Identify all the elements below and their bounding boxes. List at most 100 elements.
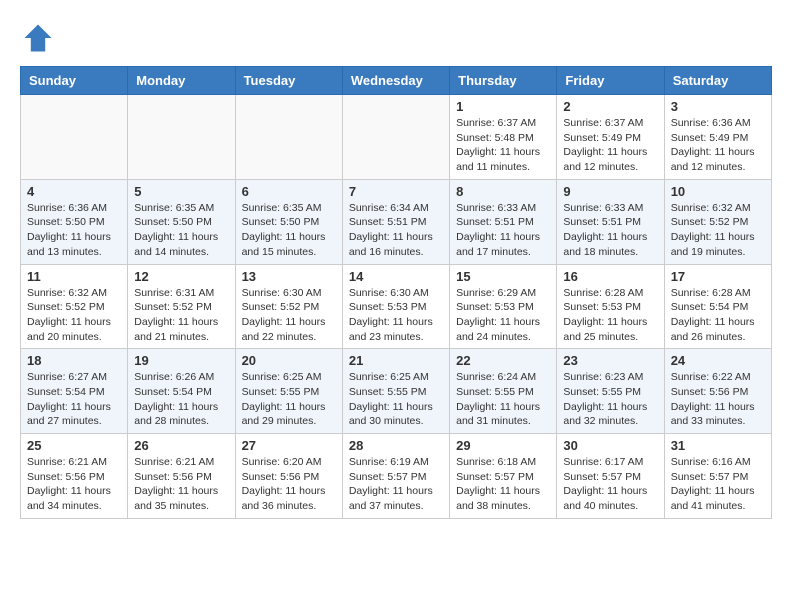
day-info: Sunrise: 6:22 AM Sunset: 5:56 PM Dayligh…	[671, 370, 765, 429]
day-number: 30	[563, 438, 657, 453]
day-info: Sunrise: 6:21 AM Sunset: 5:56 PM Dayligh…	[134, 455, 228, 514]
logo-icon	[20, 20, 56, 56]
calendar-cell: 9 Sunrise: 6:33 AM Sunset: 5:51 PM Daylig…	[557, 179, 664, 264]
calendar-cell: 25 Sunrise: 6:21 AM Sunset: 5:56 PM Dayli…	[21, 434, 128, 519]
day-info: Sunrise: 6:33 AM Sunset: 5:51 PM Dayligh…	[456, 201, 550, 260]
calendar-cell: 8 Sunrise: 6:33 AM Sunset: 5:51 PM Daylig…	[450, 179, 557, 264]
day-number: 31	[671, 438, 765, 453]
calendar-cell: 15 Sunrise: 6:29 AM Sunset: 5:53 PM Dayli…	[450, 264, 557, 349]
day-number: 20	[242, 353, 336, 368]
day-info: Sunrise: 6:19 AM Sunset: 5:57 PM Dayligh…	[349, 455, 443, 514]
day-info: Sunrise: 6:32 AM Sunset: 5:52 PM Dayligh…	[27, 286, 121, 345]
weekday-header-saturday: Saturday	[664, 67, 771, 95]
day-info: Sunrise: 6:25 AM Sunset: 5:55 PM Dayligh…	[349, 370, 443, 429]
calendar-cell: 7 Sunrise: 6:34 AM Sunset: 5:51 PM Daylig…	[342, 179, 449, 264]
calendar-table: SundayMondayTuesdayWednesdayThursdayFrid…	[20, 66, 772, 519]
calendar-cell: 13 Sunrise: 6:30 AM Sunset: 5:52 PM Dayli…	[235, 264, 342, 349]
day-number: 17	[671, 269, 765, 284]
day-number: 4	[27, 184, 121, 199]
day-info: Sunrise: 6:20 AM Sunset: 5:56 PM Dayligh…	[242, 455, 336, 514]
calendar-cell	[235, 95, 342, 180]
day-number: 13	[242, 269, 336, 284]
day-info: Sunrise: 6:34 AM Sunset: 5:51 PM Dayligh…	[349, 201, 443, 260]
day-info: Sunrise: 6:23 AM Sunset: 5:55 PM Dayligh…	[563, 370, 657, 429]
day-info: Sunrise: 6:27 AM Sunset: 5:54 PM Dayligh…	[27, 370, 121, 429]
day-number: 6	[242, 184, 336, 199]
day-number: 27	[242, 438, 336, 453]
day-info: Sunrise: 6:28 AM Sunset: 5:53 PM Dayligh…	[563, 286, 657, 345]
day-number: 7	[349, 184, 443, 199]
day-info: Sunrise: 6:30 AM Sunset: 5:52 PM Dayligh…	[242, 286, 336, 345]
day-number: 18	[27, 353, 121, 368]
day-info: Sunrise: 6:29 AM Sunset: 5:53 PM Dayligh…	[456, 286, 550, 345]
day-number: 8	[456, 184, 550, 199]
calendar-cell: 19Sunrise: 6:26 AM Sunset: 5:54 PM Dayli…	[128, 349, 235, 434]
calendar-week-4: 18 Sunrise: 6:27 AM Sunset: 5:54 PM Dayli…	[21, 349, 772, 434]
calendar-cell: 21 Sunrise: 6:25 AM Sunset: 5:55 PM Dayli…	[342, 349, 449, 434]
calendar-cell	[21, 95, 128, 180]
day-number: 25	[27, 438, 121, 453]
day-number: 28	[349, 438, 443, 453]
calendar-cell: 29 Sunrise: 6:18 AM Sunset: 5:57 PM Dayli…	[450, 434, 557, 519]
calendar-cell: 5 Sunrise: 6:35 AM Sunset: 5:50 PM Daylig…	[128, 179, 235, 264]
day-info: Sunrise: 6:36 AM Sunset: 5:49 PM Dayligh…	[671, 116, 765, 175]
day-info: Sunrise: 6:24 AM Sunset: 5:55 PM Dayligh…	[456, 370, 550, 429]
day-info: Sunrise: 6:33 AM Sunset: 5:51 PM Dayligh…	[563, 201, 657, 260]
calendar-cell: 4 Sunrise: 6:36 AM Sunset: 5:50 PM Daylig…	[21, 179, 128, 264]
day-number: 15	[456, 269, 550, 284]
calendar-cell: 16 Sunrise: 6:28 AM Sunset: 5:53 PM Dayli…	[557, 264, 664, 349]
day-number: 16	[563, 269, 657, 284]
day-info: Sunrise: 6:16 AM Sunset: 5:57 PM Dayligh…	[671, 455, 765, 514]
logo	[20, 20, 60, 56]
day-info: Sunrise: 6:21 AM Sunset: 5:56 PM Dayligh…	[27, 455, 121, 514]
calendar-cell	[128, 95, 235, 180]
calendar-cell: 1Sunrise: 6:37 AM Sunset: 5:48 PM Daylig…	[450, 95, 557, 180]
calendar-cell: 11 Sunrise: 6:32 AM Sunset: 5:52 PM Dayli…	[21, 264, 128, 349]
calendar-cell: 26 Sunrise: 6:21 AM Sunset: 5:56 PM Dayli…	[128, 434, 235, 519]
day-number: 5	[134, 184, 228, 199]
calendar-cell: 22 Sunrise: 6:24 AM Sunset: 5:55 PM Dayli…	[450, 349, 557, 434]
calendar-week-3: 11 Sunrise: 6:32 AM Sunset: 5:52 PM Dayli…	[21, 264, 772, 349]
day-info: Sunrise: 6:18 AM Sunset: 5:57 PM Dayligh…	[456, 455, 550, 514]
day-number: 10	[671, 184, 765, 199]
day-info: Sunrise: 6:25 AM Sunset: 5:55 PM Dayligh…	[242, 370, 336, 429]
day-info: Sunrise: 6:37 AM Sunset: 5:49 PM Dayligh…	[563, 116, 657, 175]
calendar-cell: 27 Sunrise: 6:20 AM Sunset: 5:56 PM Dayli…	[235, 434, 342, 519]
calendar-week-5: 25 Sunrise: 6:21 AM Sunset: 5:56 PM Dayli…	[21, 434, 772, 519]
calendar-cell: 30 Sunrise: 6:17 AM Sunset: 5:57 PM Dayli…	[557, 434, 664, 519]
weekday-header-friday: Friday	[557, 67, 664, 95]
weekday-header-row: SundayMondayTuesdayWednesdayThursdayFrid…	[21, 67, 772, 95]
calendar-cell: 23 Sunrise: 6:23 AM Sunset: 5:55 PM Dayli…	[557, 349, 664, 434]
day-number: 21	[349, 353, 443, 368]
weekday-header-thursday: Thursday	[450, 67, 557, 95]
calendar-header: SundayMondayTuesdayWednesdayThursdayFrid…	[21, 67, 772, 95]
calendar-week-2: 4 Sunrise: 6:36 AM Sunset: 5:50 PM Daylig…	[21, 179, 772, 264]
day-number: 3	[671, 99, 765, 114]
day-number: 22	[456, 353, 550, 368]
calendar-cell: 17Sunrise: 6:28 AM Sunset: 5:54 PM Dayli…	[664, 264, 771, 349]
day-number: 11	[27, 269, 121, 284]
day-number: 26	[134, 438, 228, 453]
day-info: Sunrise: 6:36 AM Sunset: 5:50 PM Dayligh…	[27, 201, 121, 260]
day-info: Sunrise: 6:35 AM Sunset: 5:50 PM Dayligh…	[134, 201, 228, 260]
day-info: Sunrise: 6:37 AM Sunset: 5:48 PM Dayligh…	[456, 116, 550, 175]
day-number: 29	[456, 438, 550, 453]
calendar-cell: 12Sunrise: 6:31 AM Sunset: 5:52 PM Dayli…	[128, 264, 235, 349]
calendar-cell: 14Sunrise: 6:30 AM Sunset: 5:53 PM Dayli…	[342, 264, 449, 349]
calendar-cell: 2Sunrise: 6:37 AM Sunset: 5:49 PM Daylig…	[557, 95, 664, 180]
weekday-header-sunday: Sunday	[21, 67, 128, 95]
calendar-cell: 18 Sunrise: 6:27 AM Sunset: 5:54 PM Dayli…	[21, 349, 128, 434]
calendar-cell: 31 Sunrise: 6:16 AM Sunset: 5:57 PM Dayli…	[664, 434, 771, 519]
day-info: Sunrise: 6:32 AM Sunset: 5:52 PM Dayligh…	[671, 201, 765, 260]
calendar-cell: 10 Sunrise: 6:32 AM Sunset: 5:52 PM Dayli…	[664, 179, 771, 264]
weekday-header-monday: Monday	[128, 67, 235, 95]
weekday-header-tuesday: Tuesday	[235, 67, 342, 95]
calendar-cell: 6Sunrise: 6:35 AM Sunset: 5:50 PM Daylig…	[235, 179, 342, 264]
page-header	[20, 20, 772, 56]
calendar-body: 1Sunrise: 6:37 AM Sunset: 5:48 PM Daylig…	[21, 95, 772, 519]
day-number: 23	[563, 353, 657, 368]
calendar-week-1: 1Sunrise: 6:37 AM Sunset: 5:48 PM Daylig…	[21, 95, 772, 180]
day-info: Sunrise: 6:17 AM Sunset: 5:57 PM Dayligh…	[563, 455, 657, 514]
day-number: 9	[563, 184, 657, 199]
calendar-cell: 28 Sunrise: 6:19 AM Sunset: 5:57 PM Dayli…	[342, 434, 449, 519]
